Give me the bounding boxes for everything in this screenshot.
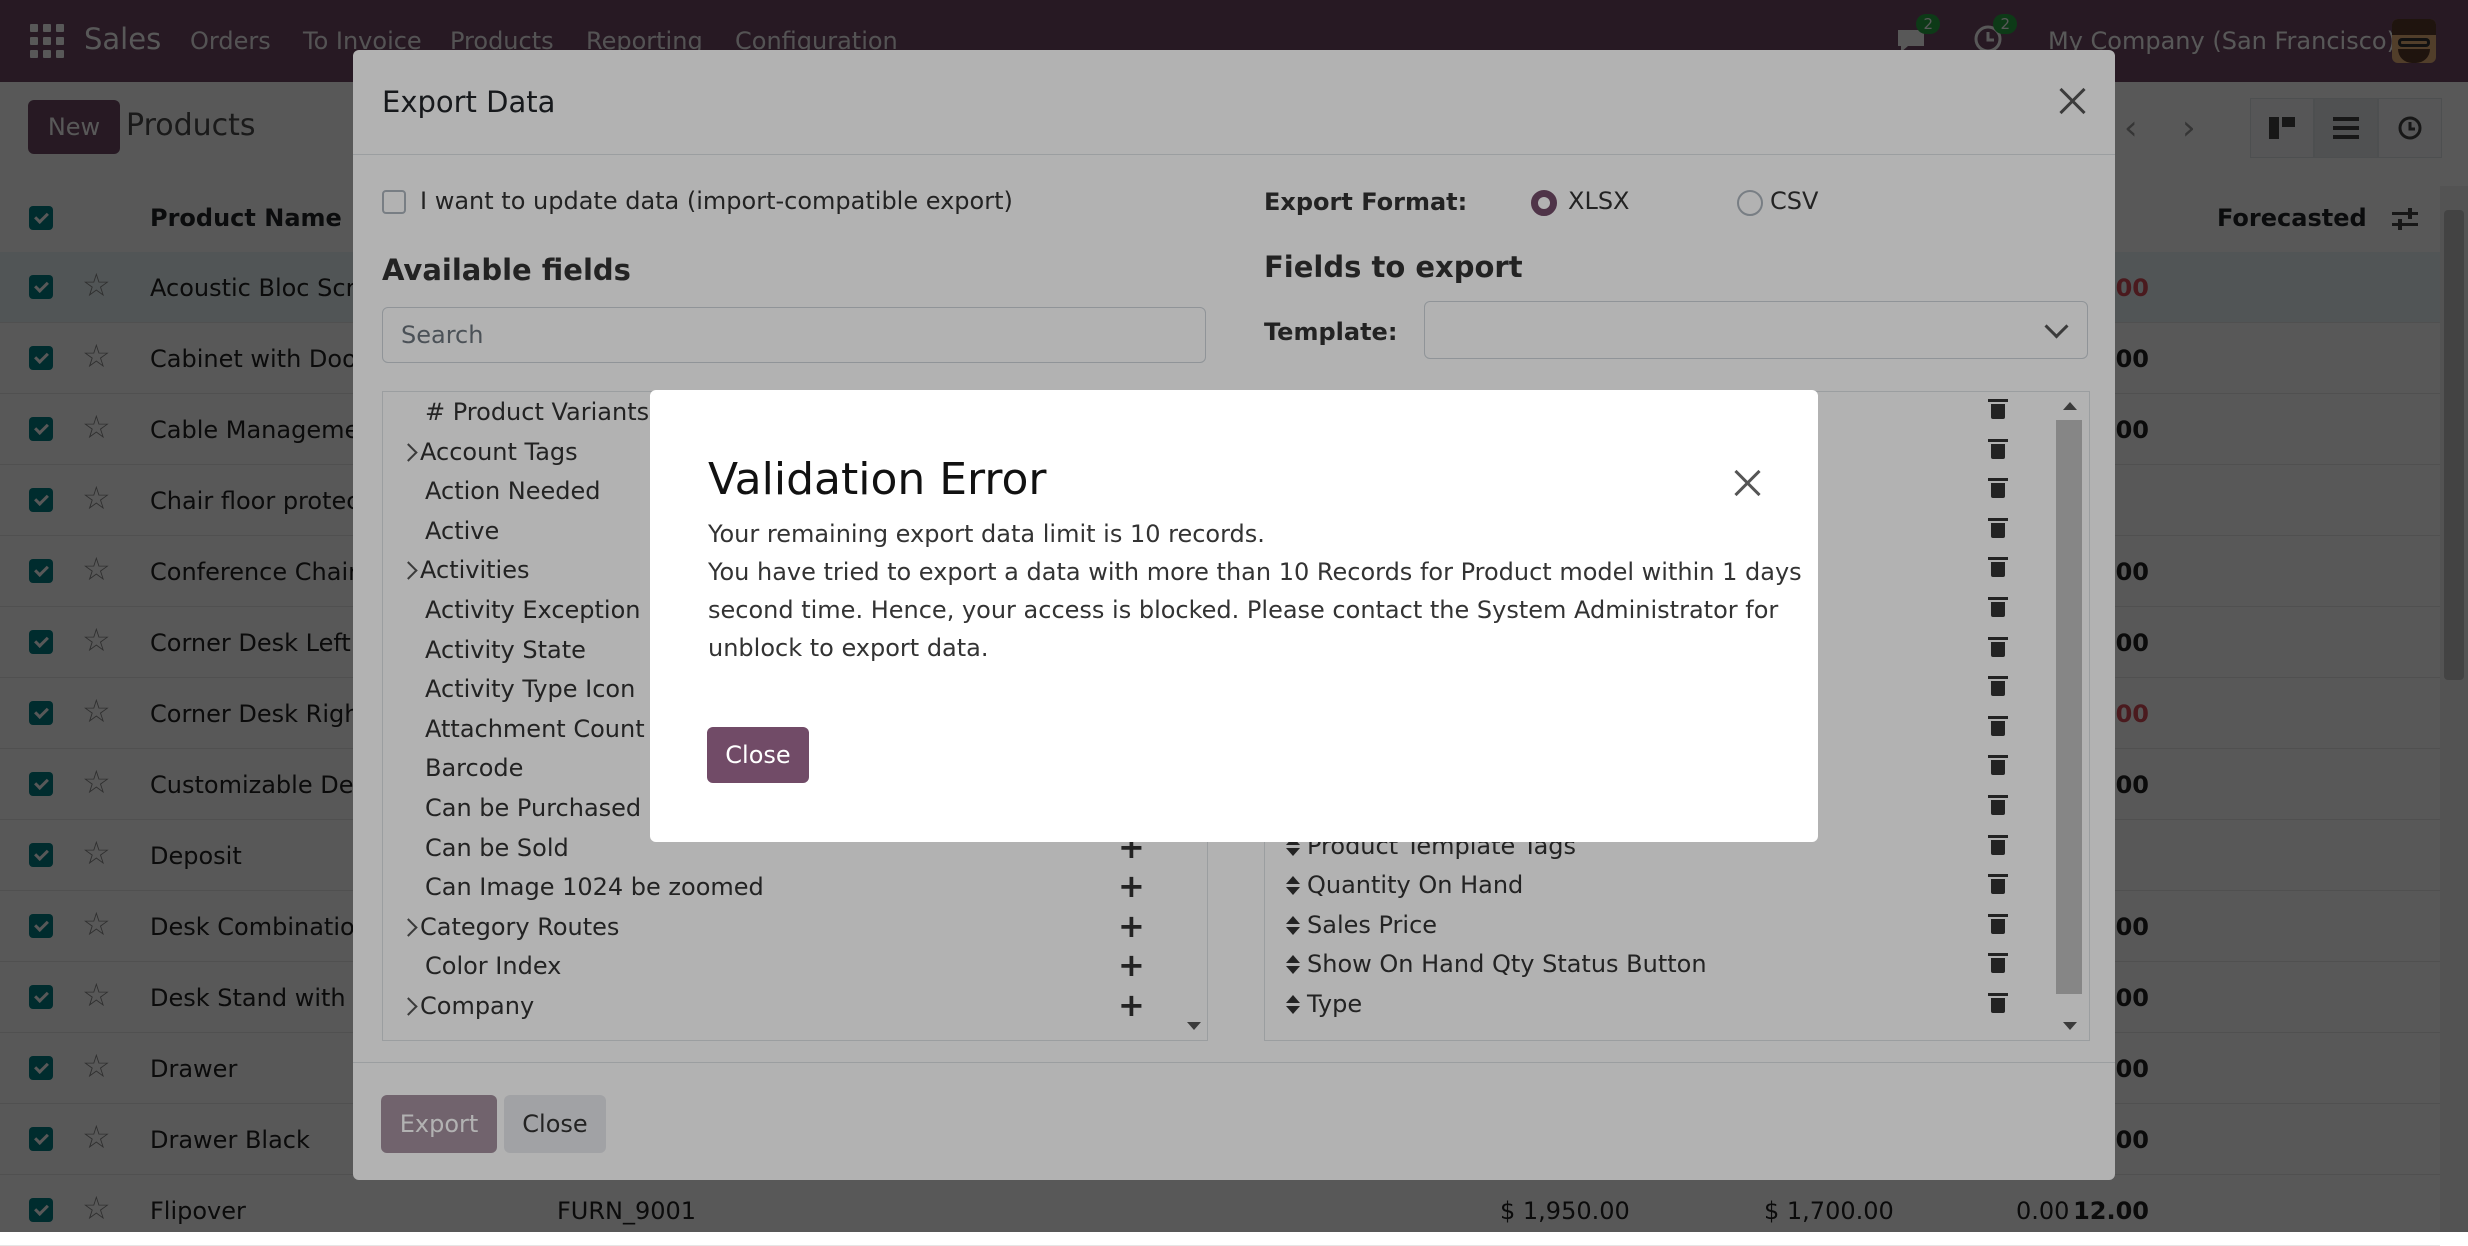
close-icon[interactable]	[1732, 468, 1762, 498]
validation-message-line: You have tried to export a data with mor…	[708, 558, 1802, 586]
validation-message-line: second time. Hence, your access is block…	[708, 596, 1779, 624]
validation-message-line: Your remaining export data limit is 10 r…	[708, 520, 1265, 548]
validation-close-button[interactable]: Close	[707, 727, 809, 783]
validation-title: Validation Error	[708, 454, 1047, 505]
validation-message-line: unblock to export data.	[708, 634, 989, 662]
validation-error-dialog: Validation Error Your remaining export d…	[650, 390, 1818, 842]
